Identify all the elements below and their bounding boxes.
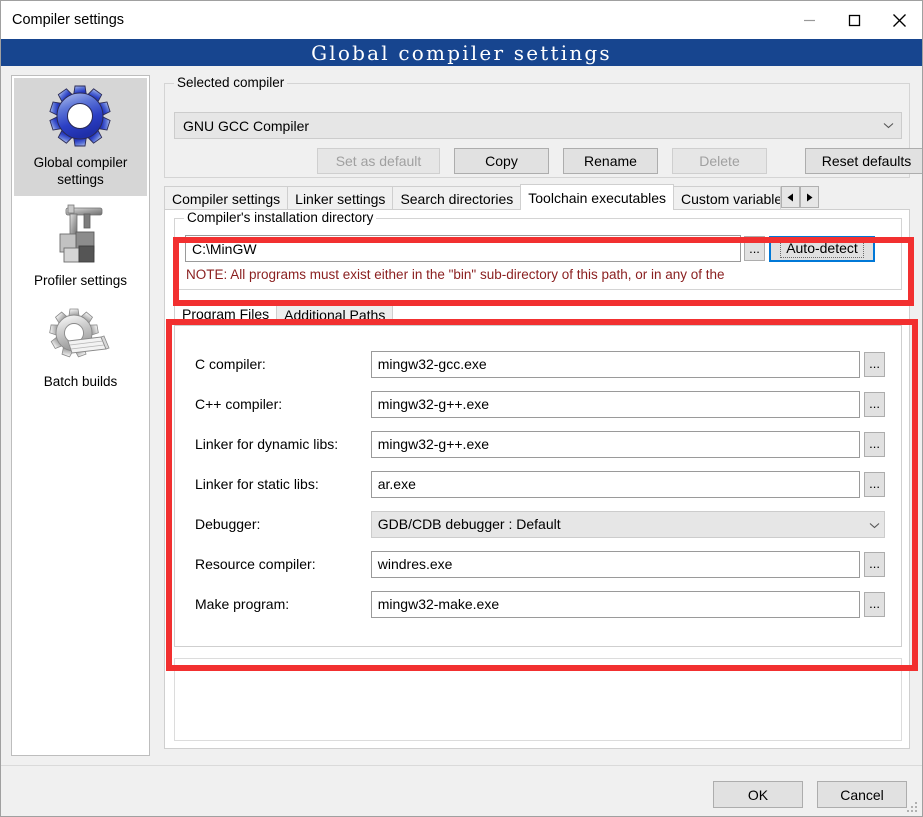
settings-tabstrip: Compiler settings Linker settings Search… xyxy=(164,184,910,210)
tab-scroll-buttons xyxy=(781,186,820,208)
tab-program-files[interactable]: Program Files xyxy=(174,300,278,326)
field-row-cpp-compiler: C++ compiler: mingw32-g++.exe ... xyxy=(195,390,885,418)
program-files-tabstrip: Program Files Additional Paths xyxy=(174,300,902,326)
delete-button[interactable]: Delete xyxy=(672,148,767,174)
make-program-input[interactable]: mingw32-make.exe xyxy=(370,590,861,618)
program-files-panel: C compiler: mingw32-gcc.exe ... C++ comp… xyxy=(174,325,902,647)
field-row-c-compiler: C compiler: mingw32-gcc.exe ... xyxy=(195,350,885,378)
copy-button[interactable]: Copy xyxy=(454,148,549,174)
auto-detect-button[interactable]: Auto-detect xyxy=(769,235,875,262)
make-program-browse-button[interactable]: ... xyxy=(864,591,885,617)
field-row-resource-compiler: Resource compiler: windres.exe ... xyxy=(195,550,885,578)
cancel-button[interactable]: Cancel xyxy=(817,781,907,808)
sidebar-item-label: Profiler settings xyxy=(33,273,128,288)
minimize-button[interactable] xyxy=(787,1,832,39)
sidebar-item-label: Global compiler settings xyxy=(33,155,128,187)
close-button[interactable] xyxy=(877,1,922,39)
compiler-select[interactable]: GNU GCC Compiler xyxy=(174,112,902,139)
triangle-left-icon xyxy=(787,190,794,205)
cpp-compiler-label: C++ compiler: xyxy=(195,396,283,412)
installation-directory-row: C:\MinGW ... Auto-detect xyxy=(185,235,892,262)
tab-scroll-left-button[interactable] xyxy=(781,186,801,208)
compiler-select-value: GNU GCC Compiler xyxy=(183,117,310,134)
page-title: Global compiler settings xyxy=(311,40,612,65)
caliper-blocks-icon xyxy=(46,202,116,268)
debugger-select-value: GDB/CDB debugger : Default xyxy=(377,516,561,532)
dialog-footer: OK Cancel xyxy=(1,765,922,816)
compiler-settings-window: Compiler settings Global compiler settin… xyxy=(0,0,923,817)
extra-options-panel xyxy=(174,658,902,741)
sidebar-item-label: Batch builds xyxy=(43,374,118,389)
compiler-action-buttons: Set as default Copy Rename Delete Reset … xyxy=(317,148,922,174)
maximize-button[interactable] xyxy=(832,1,877,39)
reset-defaults-button[interactable]: Reset defaults xyxy=(805,148,922,174)
settings-content: Selected compiler GNU GCC Compiler Set a… xyxy=(160,75,922,756)
resize-grip[interactable] xyxy=(907,802,919,814)
selected-compiler-group-title: Selected compiler xyxy=(174,75,288,90)
installation-directory-group-title: Compiler's installation directory xyxy=(184,210,377,225)
field-row-make-program: Make program: mingw32-make.exe ... xyxy=(195,590,885,618)
sidebar-item-batch-builds[interactable]: Batch builds xyxy=(14,297,147,398)
settings-sidebar: Global compiler settings Profiler settin… xyxy=(11,75,150,756)
rename-button[interactable]: Rename xyxy=(563,148,658,174)
installation-directory-browse-button[interactable]: ... xyxy=(744,236,765,261)
chevron-down-icon xyxy=(879,122,897,129)
auto-detect-button-label: Auto-detect xyxy=(780,239,864,258)
linker-static-browse-button[interactable]: ... xyxy=(864,471,885,497)
tab-compiler-settings[interactable]: Compiler settings xyxy=(164,186,289,210)
installation-directory-input[interactable]: C:\MinGW xyxy=(185,235,741,262)
tab-scroll-right-button[interactable] xyxy=(800,186,820,208)
field-row-linker-static: Linker for static libs: ar.exe ... xyxy=(195,470,885,498)
set-as-default-button[interactable]: Set as default xyxy=(317,148,440,174)
installation-directory-note: NOTE: All programs must exist either in … xyxy=(186,267,725,282)
c-compiler-browse-button[interactable]: ... xyxy=(864,351,885,377)
tab-additional-paths[interactable]: Additional Paths xyxy=(276,303,394,326)
chevron-down-icon xyxy=(869,516,880,532)
resource-compiler-input[interactable]: windres.exe xyxy=(370,550,861,578)
c-compiler-input[interactable]: mingw32-gcc.exe xyxy=(370,350,861,378)
linker-static-label: Linker for static libs: xyxy=(195,476,319,492)
ok-button[interactable]: OK xyxy=(713,781,803,808)
linker-static-input[interactable]: ar.exe xyxy=(370,470,861,498)
page-banner: Global compiler settings xyxy=(1,39,922,66)
maximize-icon xyxy=(848,14,861,27)
cpp-compiler-input[interactable]: mingw32-g++.exe xyxy=(370,390,861,418)
linker-dynamic-label: Linker for dynamic libs: xyxy=(195,436,339,452)
linker-dynamic-input[interactable]: mingw32-g++.exe xyxy=(370,430,861,458)
field-row-debugger: Debugger: GDB/CDB debugger : Default xyxy=(195,510,885,538)
cpp-compiler-browse-button[interactable]: ... xyxy=(864,391,885,417)
sidebar-item-global-compiler-settings[interactable]: Global compiler settings xyxy=(14,78,147,196)
sidebar-item-profiler-settings[interactable]: Profiler settings xyxy=(14,196,147,297)
field-row-linker-dynamic: Linker for dynamic libs: mingw32-g++.exe… xyxy=(195,430,885,458)
toolchain-executables-panel: Compiler's installation directory C:\Min… xyxy=(164,209,910,749)
triangle-right-icon xyxy=(806,190,813,205)
window-controls xyxy=(787,1,922,39)
installation-directory-group: Compiler's installation directory C:\Min… xyxy=(174,210,902,290)
close-icon xyxy=(892,13,907,28)
resource-compiler-browse-button[interactable]: ... xyxy=(864,551,885,577)
resource-compiler-label: Resource compiler: xyxy=(195,556,316,572)
tab-linker-settings[interactable]: Linker settings xyxy=(287,186,394,210)
title-bar: Compiler settings xyxy=(1,1,922,39)
linker-dynamic-browse-button[interactable]: ... xyxy=(864,431,885,457)
tab-custom-variable[interactable]: Custom variable xyxy=(673,186,782,210)
c-compiler-label: C compiler: xyxy=(195,356,266,372)
blue-gear-icon xyxy=(46,84,116,150)
gear-pages-icon xyxy=(46,303,116,369)
window-title: Compiler settings xyxy=(12,12,125,28)
tab-search-directories[interactable]: Search directories xyxy=(392,186,522,210)
debugger-select[interactable]: GDB/CDB debugger : Default xyxy=(370,510,885,538)
debugger-label: Debugger: xyxy=(195,516,261,532)
selected-compiler-group: Selected compiler GNU GCC Compiler Set a… xyxy=(164,75,922,178)
minimize-icon xyxy=(803,14,816,27)
make-program-label: Make program: xyxy=(195,596,290,612)
tab-toolchain-executables[interactable]: Toolchain executables xyxy=(520,184,675,210)
